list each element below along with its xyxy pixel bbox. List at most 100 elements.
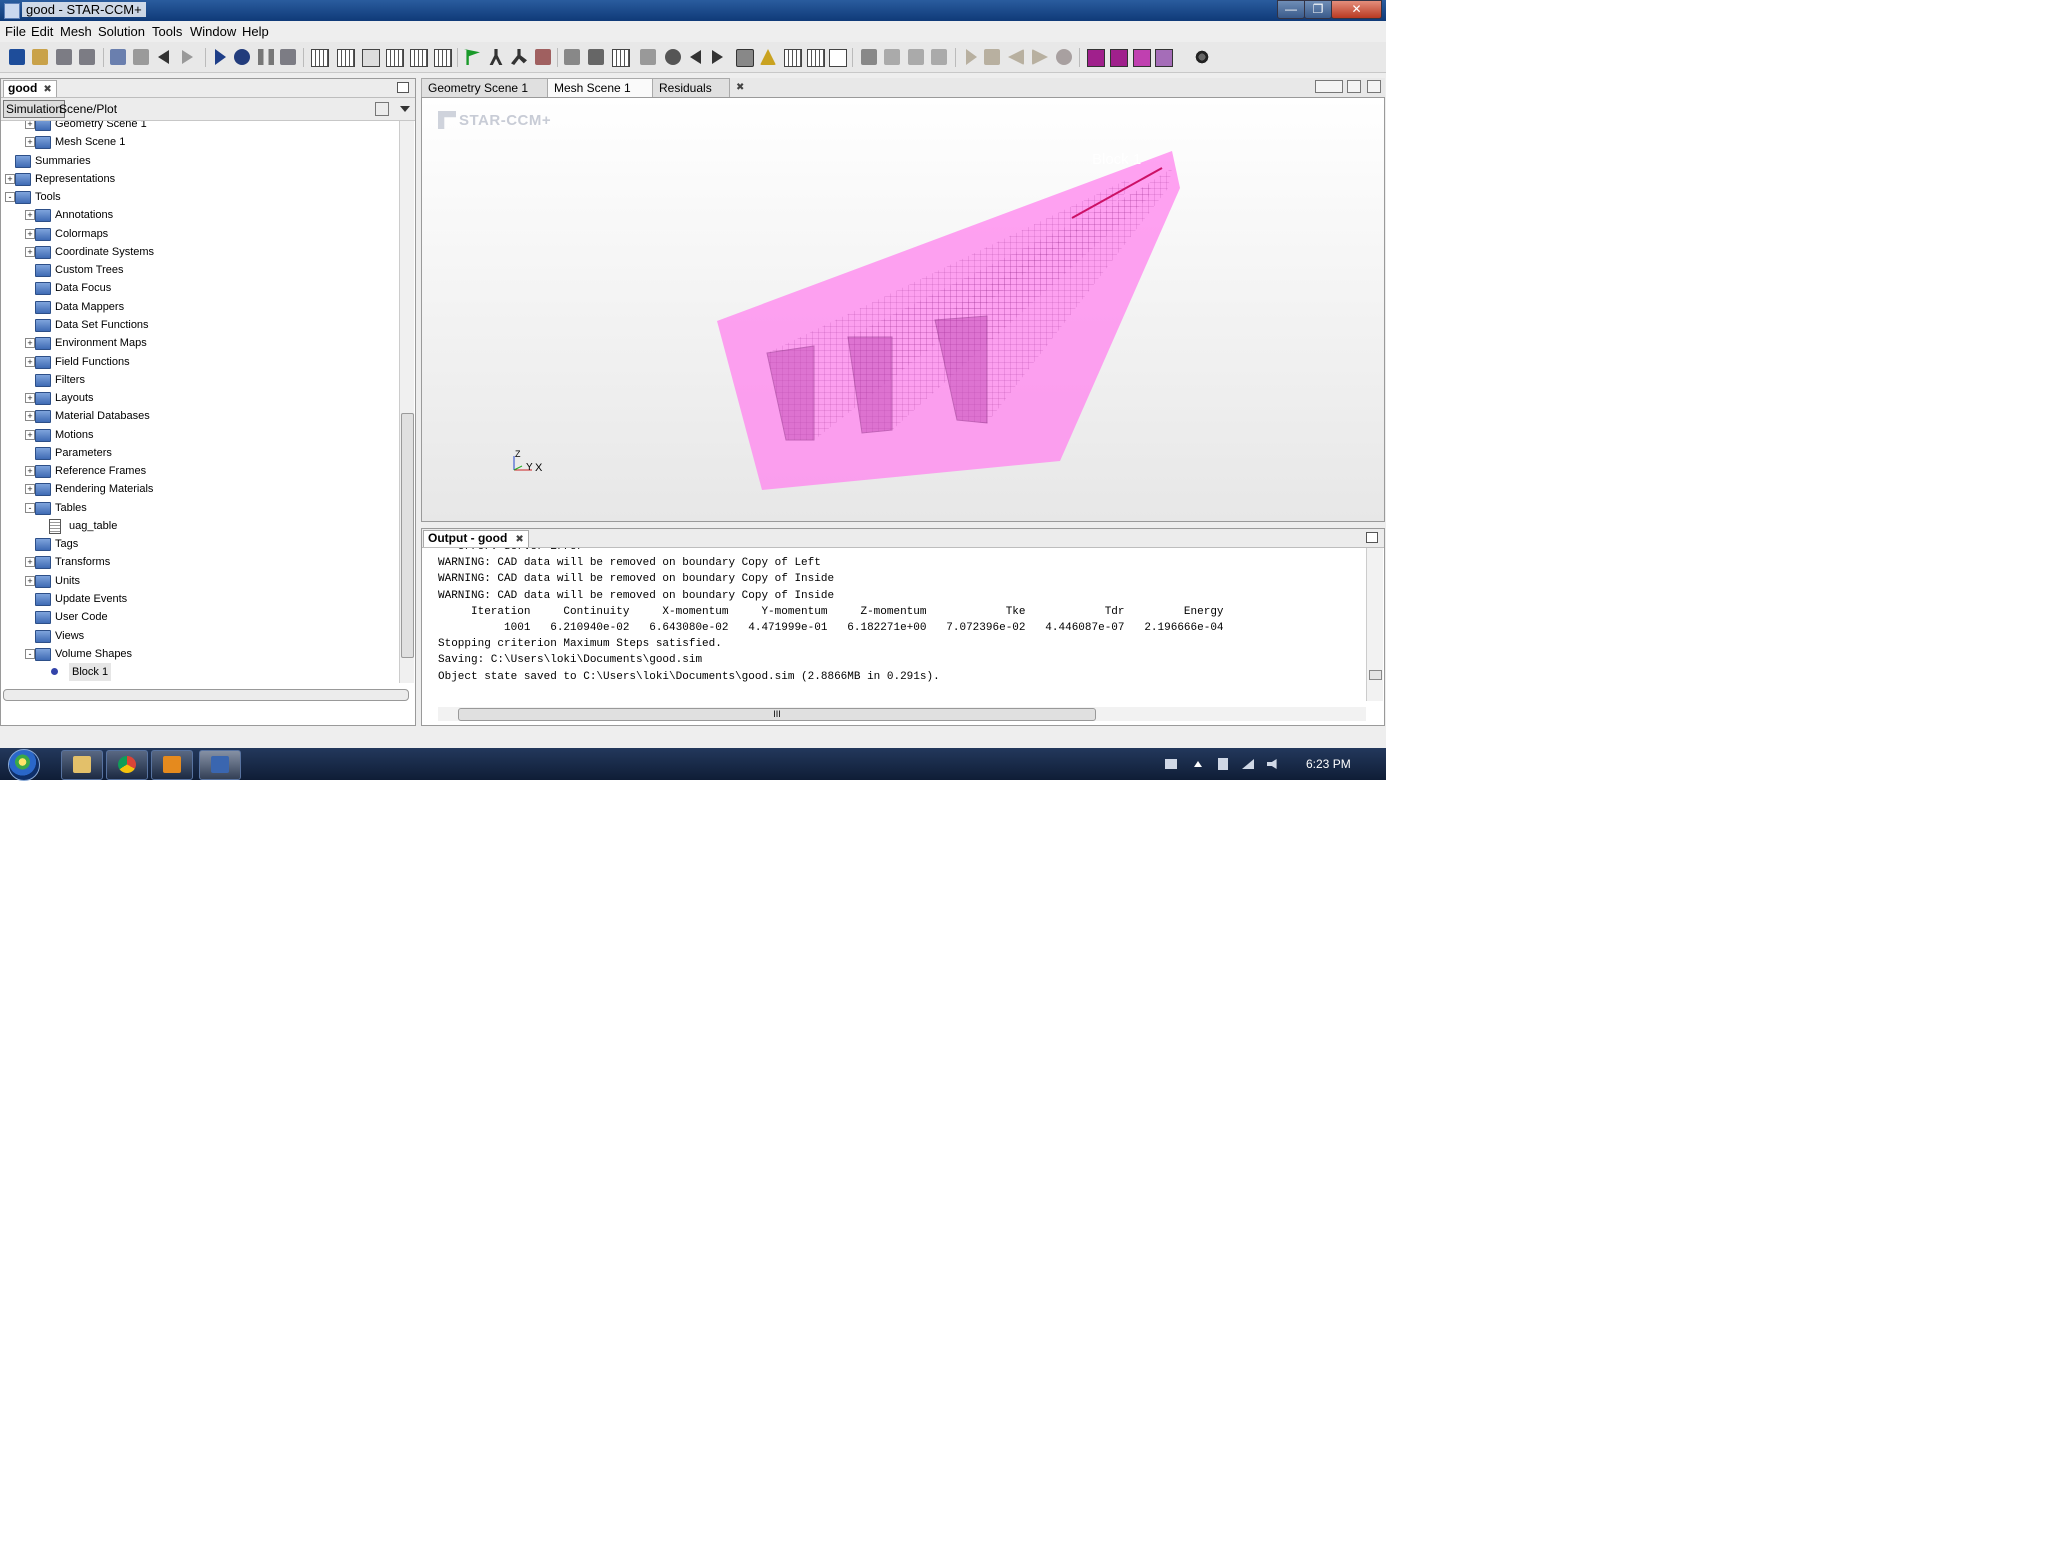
- tree-scrollbar[interactable]: [399, 121, 414, 683]
- expand-icon[interactable]: +: [25, 228, 35, 239]
- view-icon-1[interactable]: [564, 49, 580, 65]
- mesh-tool-5-icon[interactable]: [434, 49, 452, 67]
- expand-icon[interactable]: +: [25, 466, 35, 477]
- expand-icon[interactable]: +: [25, 411, 35, 422]
- tab-mesh-scene-1[interactable]: Mesh Scene 1✖: [547, 78, 661, 97]
- tree-scroll-thumb[interactable]: [401, 413, 414, 658]
- stop-animation-icon[interactable]: [984, 49, 1000, 65]
- clock[interactable]: 6:23 PM: [1306, 757, 1351, 771]
- tree-node[interactable]: + Geometry Scene 1: [1, 121, 391, 133]
- menu-solution[interactable]: Solution: [98, 24, 145, 39]
- network-signal-icon[interactable]: [1242, 759, 1254, 769]
- back-view-icon[interactable]: [690, 50, 701, 64]
- expand-icon[interactable]: +: [25, 121, 35, 129]
- maximize-pane-icon[interactable]: [1367, 80, 1381, 93]
- scene-display-icon[interactable]: [1110, 49, 1128, 67]
- walk-icon[interactable]: [489, 49, 503, 65]
- save-as-icon[interactable]: [79, 49, 95, 65]
- tree-options-icon[interactable]: [375, 102, 389, 116]
- expand-icon[interactable]: +: [25, 246, 35, 257]
- plot-icon-2[interactable]: [884, 49, 900, 65]
- plot-icon-3[interactable]: [908, 49, 924, 65]
- copy-icon[interactable]: [110, 49, 126, 65]
- view-toggle-icon[interactable]: [736, 49, 754, 67]
- close-tab-icon[interactable]: ✖: [43, 84, 51, 95]
- mesh-scene-viewport[interactable]: STAR-CCM+ Block 1 Z Y X: [421, 97, 1385, 522]
- tab-good[interactable]: good ✖: [3, 80, 57, 97]
- collapse-icon[interactable]: -: [5, 192, 15, 203]
- menu-edit[interactable]: Edit: [31, 24, 53, 39]
- step-back-icon[interactable]: [1008, 49, 1024, 65]
- tree-node[interactable]: User Code: [1, 608, 391, 626]
- ruler-icon[interactable]: [784, 49, 802, 67]
- play-animation-icon[interactable]: [966, 49, 977, 65]
- taskbar-explorer[interactable]: [61, 750, 103, 780]
- tree-node[interactable]: Data Mappers: [1, 298, 391, 316]
- tree-node[interactable]: Data Set Functions: [1, 316, 391, 334]
- output-vertical-scrollbar[interactable]: [1366, 548, 1383, 701]
- paste-icon[interactable]: [133, 49, 149, 65]
- tree-node[interactable]: + Rendering Materials: [1, 480, 391, 498]
- minimize-output-icon[interactable]: [1366, 532, 1378, 543]
- tree-node[interactable]: + Material Databases: [1, 407, 391, 425]
- stop-red-icon[interactable]: [535, 49, 551, 65]
- mesh-tool-2-icon[interactable]: [337, 49, 355, 67]
- menu-mesh[interactable]: Mesh: [60, 24, 92, 39]
- redo-arrow-icon[interactable]: [182, 50, 193, 64]
- output-log[interactable]: error: Server Error WARNING: CAD data wil…: [438, 548, 1358, 698]
- tree-node[interactable]: + Units: [1, 572, 391, 590]
- select-icon[interactable]: [640, 49, 656, 65]
- close-button[interactable]: ✕: [1331, 0, 1382, 19]
- expand-icon[interactable]: +: [25, 137, 35, 148]
- layout-icon[interactable]: [829, 49, 847, 67]
- tree-node[interactable]: Parameters: [1, 444, 391, 462]
- tree-node[interactable]: Block 1: [1, 663, 391, 682]
- tree-node[interactable]: - Volume Shapes: [1, 645, 391, 663]
- tree-node[interactable]: uag_table: [1, 517, 391, 535]
- tray-power-icon[interactable]: [1218, 758, 1228, 770]
- pause-icon[interactable]: [258, 49, 274, 65]
- tab-residuals[interactable]: Residuals ✖: [652, 78, 744, 97]
- expand-icon[interactable]: +: [25, 210, 35, 221]
- tray-device-icon[interactable]: [1165, 759, 1177, 769]
- close-tab-icon[interactable]: ✖: [515, 534, 523, 545]
- camera-icon[interactable]: [665, 49, 681, 65]
- tab-output-good[interactable]: Output - good ✖: [423, 530, 529, 547]
- tab-simulation[interactable]: Simulation: [3, 100, 66, 118]
- zoom-icon[interactable]: [612, 49, 630, 67]
- scene-colors-icon[interactable]: [1087, 49, 1105, 67]
- tree-node[interactable]: + Transforms: [1, 553, 391, 571]
- tab-list-dropdown-icon[interactable]: [1347, 80, 1361, 93]
- tree-node[interactable]: + Coordinate Systems: [1, 243, 391, 261]
- stop-icon[interactable]: [280, 49, 296, 65]
- step-forward-icon[interactable]: [1032, 49, 1048, 65]
- expand-icon[interactable]: +: [25, 393, 35, 404]
- green-flag-icon[interactable]: [464, 49, 480, 65]
- start-button[interactable]: [8, 749, 40, 781]
- scene-tool-icon[interactable]: [1133, 49, 1151, 67]
- record-icon[interactable]: [1056, 49, 1072, 65]
- tree-node[interactable]: Summaries: [1, 152, 391, 170]
- collapse-icon[interactable]: -: [25, 502, 35, 513]
- menu-file[interactable]: File: [5, 24, 26, 39]
- forward-view-icon[interactable]: [712, 50, 723, 64]
- mesh-tool-3-icon[interactable]: [386, 49, 404, 67]
- close-tab-icon[interactable]: ✖: [736, 79, 744, 97]
- tree-node[interactable]: + Field Functions: [1, 353, 391, 371]
- menu-help[interactable]: Help: [242, 24, 269, 39]
- mesh-tool-4-icon[interactable]: [410, 49, 428, 67]
- fit-view-icon[interactable]: [588, 49, 604, 65]
- new-simulation-icon[interactable]: [9, 49, 25, 65]
- tab-geometry-scene-1[interactable]: Geometry Scene 1✖: [421, 78, 556, 97]
- undo-arrow-icon[interactable]: [158, 50, 169, 64]
- tree-node[interactable]: Data Focus: [1, 279, 391, 297]
- menu-window[interactable]: Window: [190, 24, 236, 39]
- tab-scroll-arrows-icon[interactable]: [1315, 80, 1343, 93]
- output-scroll-thumb[interactable]: [1369, 670, 1382, 680]
- chevron-down-icon[interactable]: [400, 106, 410, 112]
- expand-icon[interactable]: +: [5, 173, 15, 184]
- expand-icon[interactable]: +: [25, 575, 35, 586]
- tree-horizontal-scrollbar[interactable]: [3, 689, 409, 701]
- output-hscroll-thumb[interactable]: III: [458, 708, 1096, 721]
- plot-icon-1[interactable]: [861, 49, 877, 65]
